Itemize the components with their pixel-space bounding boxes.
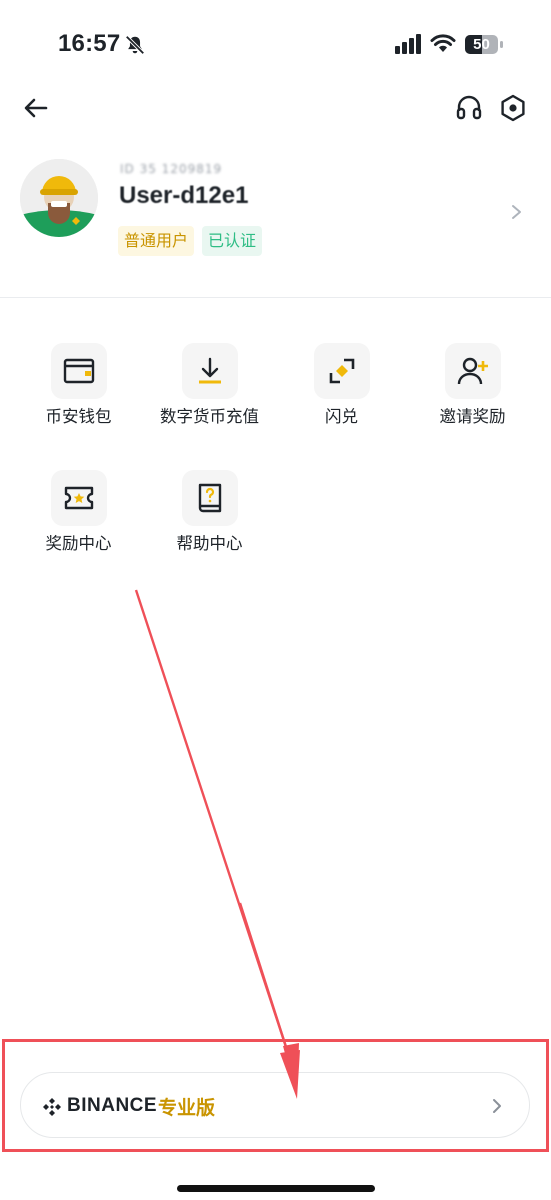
status-bar: 16:57 50 — [0, 0, 551, 90]
deposit-icon — [182, 343, 238, 399]
badge-row: 普通用户 已认证 — [118, 226, 263, 256]
shortcut-rewards[interactable]: 奖励中心 — [13, 470, 144, 570]
verified-badge: 已认证 — [202, 226, 263, 256]
shortcut-label: 奖励中心 — [45, 534, 112, 553]
shortcut-invite[interactable]: 邀请奖励 — [407, 343, 538, 443]
bell-off-icon — [125, 35, 145, 55]
convert-icon — [314, 343, 370, 399]
invite-icon — [445, 343, 501, 399]
back-arrow-icon[interactable] — [22, 94, 50, 122]
status-time: 16:57 — [58, 30, 121, 57]
shortcut-label: 数字货币充值 — [160, 407, 259, 426]
user-id: ID 35 1209819 — [120, 162, 223, 176]
help-book-icon — [182, 470, 238, 526]
user-level-badge: 普通用户 — [118, 226, 195, 256]
avatar — [20, 159, 98, 237]
chevron-right-icon — [512, 205, 521, 219]
section-divider — [0, 297, 551, 298]
shortcut-label: 邀请奖励 — [439, 407, 506, 426]
shortcut-convert[interactable]: 闪兑 — [276, 343, 407, 443]
wifi-icon — [430, 34, 456, 52]
shortcut-help[interactable]: 帮助中心 — [144, 470, 275, 570]
settings-hexagon-icon[interactable] — [498, 93, 528, 123]
signal-icon — [395, 34, 421, 54]
ticket-icon — [51, 470, 107, 526]
wallet-icon — [51, 343, 107, 399]
shortcut-label: 帮助中心 — [176, 534, 243, 553]
shortcut-deposit[interactable]: 数字货币充值 — [144, 343, 275, 443]
shortcut-label: 闪兑 — [325, 407, 358, 426]
user-name: User-d12e1 — [119, 182, 249, 209]
annotation-highlight-box — [2, 1039, 549, 1152]
profile-card[interactable]: ID 35 1209819 User-d12e1 普通用户 已认证 — [0, 150, 551, 280]
shortcut-label: 币安钱包 — [45, 407, 112, 426]
battery-level: 50 — [473, 36, 490, 53]
headset-icon[interactable] — [455, 94, 483, 122]
battery-icon: 50 — [465, 35, 503, 54]
home-indicator — [177, 1185, 375, 1192]
shortcut-wallet[interactable]: 币安钱包 — [13, 343, 144, 443]
